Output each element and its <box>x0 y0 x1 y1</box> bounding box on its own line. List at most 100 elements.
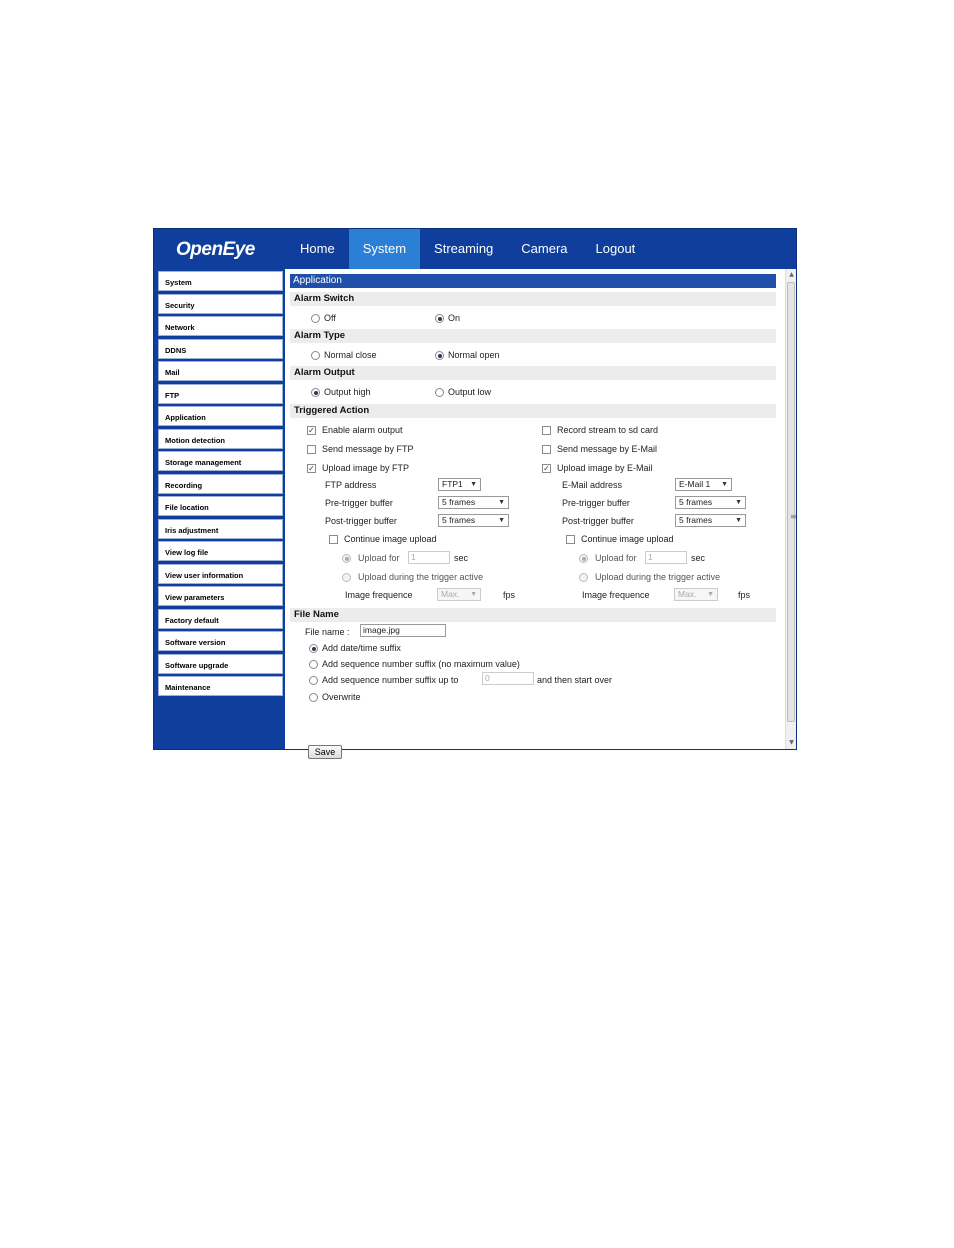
ftp-post-trigger-select[interactable]: 5 frames ▼ <box>438 514 509 527</box>
upload-ftp-label: Upload image by FTP <box>322 463 410 473</box>
app-window: OpenEye Home System Streaming Camera Log… <box>153 228 797 759</box>
scroll-up-icon[interactable]: ▲ <box>787 270 796 280</box>
add-seq-nomax-radio[interactable] <box>309 660 318 669</box>
send-email-label: Send message by E-Mail <box>557 444 658 454</box>
chevron-down-icon: ▼ <box>498 499 505 506</box>
tab-system[interactable]: System <box>348 229 421 269</box>
email-address-select[interactable]: E-Mail 1 ▼ <box>675 478 732 491</box>
ftp-address-label: FTP address <box>325 480 377 490</box>
sidebar-item-storage-management[interactable]: Storage management <box>158 451 283 471</box>
sidebar-item-security[interactable]: Security <box>158 293 283 314</box>
ftp-upload-for-input[interactable]: 1 <box>408 551 450 564</box>
add-seq-upto-radio[interactable] <box>309 676 318 685</box>
tab-streaming[interactable]: Streaming <box>420 229 507 269</box>
sidebar-item-recording[interactable]: Recording <box>158 473 283 494</box>
tab-logout[interactable]: Logout <box>582 229 650 269</box>
vertical-scrollbar[interactable]: ▲ ≡ ▼ <box>785 269 797 749</box>
sidebar-item-application[interactable]: Application <box>158 406 283 426</box>
file-name-input[interactable]: image.jpg <box>360 624 446 637</box>
scroll-thumb[interactable]: ≡ <box>787 282 797 722</box>
ftp-pre-trigger-label: Pre-trigger buffer <box>325 498 393 508</box>
section-alarm-output: Alarm Output <box>290 366 776 380</box>
ftp-upload-during-radio[interactable] <box>342 573 351 582</box>
alarm-output-high-radio[interactable] <box>311 388 320 397</box>
sidebar-item-system[interactable]: System <box>158 271 283 291</box>
sidebar-item-software-version[interactable]: Software version <box>158 631 283 651</box>
sidebar-item-view-log-file[interactable]: View log file <box>158 541 283 561</box>
sidebar-item-ddns[interactable]: DDNS <box>158 338 283 359</box>
sidebar-item-factory-default[interactable]: Factory default <box>158 608 283 629</box>
ftp-post-trigger-value: 5 frames <box>442 515 476 525</box>
sidebar-item-software-upgrade[interactable]: Software upgrade <box>158 653 283 674</box>
tab-home[interactable]: Home <box>286 229 349 269</box>
enable-alarm-output-checkbox[interactable]: ✓ <box>307 426 316 435</box>
chevron-down-icon: ▼ <box>498 517 505 524</box>
tab-camera[interactable]: Camera <box>507 229 581 269</box>
alarm-switch-on-radio[interactable] <box>435 314 444 323</box>
add-datetime-radio[interactable] <box>309 644 318 653</box>
sidebar-item-file-location[interactable]: File location <box>158 496 283 516</box>
sidebar-item-maintenance[interactable]: Maintenance <box>158 676 283 696</box>
section-alarm-type: Alarm Type <box>290 329 776 343</box>
ftp-sec-label: sec <box>454 553 469 563</box>
upload-email-label: Upload image by E-Mail <box>557 463 653 473</box>
sidebar-item-ftp[interactable]: FTP <box>158 383 283 404</box>
file-name-label: File name : <box>305 627 350 637</box>
email-upload-for-radio[interactable] <box>579 554 588 563</box>
record-stream-label: Record stream to sd card <box>557 425 659 435</box>
sidebar-item-iris-adjustment[interactable]: Iris adjustment <box>158 518 283 539</box>
upload-email-checkbox[interactable]: ✓ <box>542 464 551 473</box>
ftp-image-frequence-select[interactable]: Max. ▼ <box>437 588 481 601</box>
ftp-address-value: FTP1 <box>442 479 463 489</box>
send-email-checkbox[interactable] <box>542 445 551 454</box>
alarm-type-normal-close-radio[interactable] <box>311 351 320 360</box>
ftp-continue-upload-checkbox[interactable] <box>329 535 338 544</box>
ftp-upload-for-label: Upload for <box>358 553 400 563</box>
alarm-type-normal-open-radio[interactable] <box>435 351 444 360</box>
ftp-pre-trigger-select[interactable]: 5 frames ▼ <box>438 496 509 509</box>
upload-ftp-checkbox[interactable]: ✓ <box>307 464 316 473</box>
save-button[interactable]: Save <box>308 745 342 759</box>
sidebar-item-motion-detection[interactable]: Motion detection <box>158 428 283 449</box>
then-start-over-label: and then start over <box>537 675 613 685</box>
alarm-output-low-label: Output low <box>448 387 492 397</box>
sidebar-item-view-parameters[interactable]: View parameters <box>158 586 283 606</box>
send-ftp-checkbox[interactable] <box>307 445 316 454</box>
seq-upto-input[interactable]: 0 <box>482 672 534 685</box>
sidebar-item-mail[interactable]: Mail <box>158 361 283 381</box>
email-pre-trigger-select[interactable]: 5 frames ▼ <box>675 496 746 509</box>
ftp-fps-label: fps <box>503 590 516 600</box>
chevron-down-icon: ▼ <box>721 481 728 488</box>
overwrite-radio[interactable] <box>309 693 318 702</box>
sidebar-item-network[interactable]: Network <box>158 316 283 336</box>
chevron-down-icon: ▼ <box>470 481 477 488</box>
scroll-down-icon[interactable]: ▼ <box>787 738 796 748</box>
enable-alarm-output-label: Enable alarm output <box>322 425 403 435</box>
send-ftp-label: Send message by FTP <box>322 444 414 454</box>
email-post-trigger-select[interactable]: 5 frames ▼ <box>675 514 746 527</box>
ftp-upload-during-label: Upload during the trigger active <box>358 572 484 582</box>
alarm-switch-off-radio[interactable] <box>311 314 320 323</box>
ftp-upload-for-radio[interactable] <box>342 554 351 563</box>
sidebar-item-view-user-information[interactable]: View user information <box>158 563 283 584</box>
email-image-frequence-select[interactable]: Max. ▼ <box>674 588 718 601</box>
record-stream-checkbox[interactable] <box>542 426 551 435</box>
ftp-address-select[interactable]: FTP1 ▼ <box>438 478 481 491</box>
section-triggered-action: Triggered Action <box>290 404 776 418</box>
email-image-frequence-label: Image frequence <box>582 590 650 600</box>
alarm-type-normal-open-label: Normal open <box>448 350 500 360</box>
email-upload-for-label: Upload for <box>595 553 637 563</box>
chevron-down-icon: ▼ <box>735 517 742 524</box>
email-continue-upload-checkbox[interactable] <box>566 535 575 544</box>
email-pre-trigger-value: 5 frames <box>679 497 713 507</box>
ftp-image-frequence-value: Max. <box>441 589 460 599</box>
email-upload-for-input[interactable]: 1 <box>645 551 687 564</box>
alarm-output-low-radio[interactable] <box>435 388 444 397</box>
email-post-trigger-label: Post-trigger buffer <box>562 516 634 526</box>
add-datetime-label: Add date/time suffix <box>322 643 401 653</box>
alarm-output-high-label: Output high <box>324 387 371 397</box>
chevron-down-icon: ▼ <box>735 499 742 506</box>
email-upload-during-radio[interactable] <box>579 573 588 582</box>
section-alarm-switch: Alarm Switch <box>290 292 776 306</box>
ftp-pre-trigger-value: 5 frames <box>442 497 476 507</box>
